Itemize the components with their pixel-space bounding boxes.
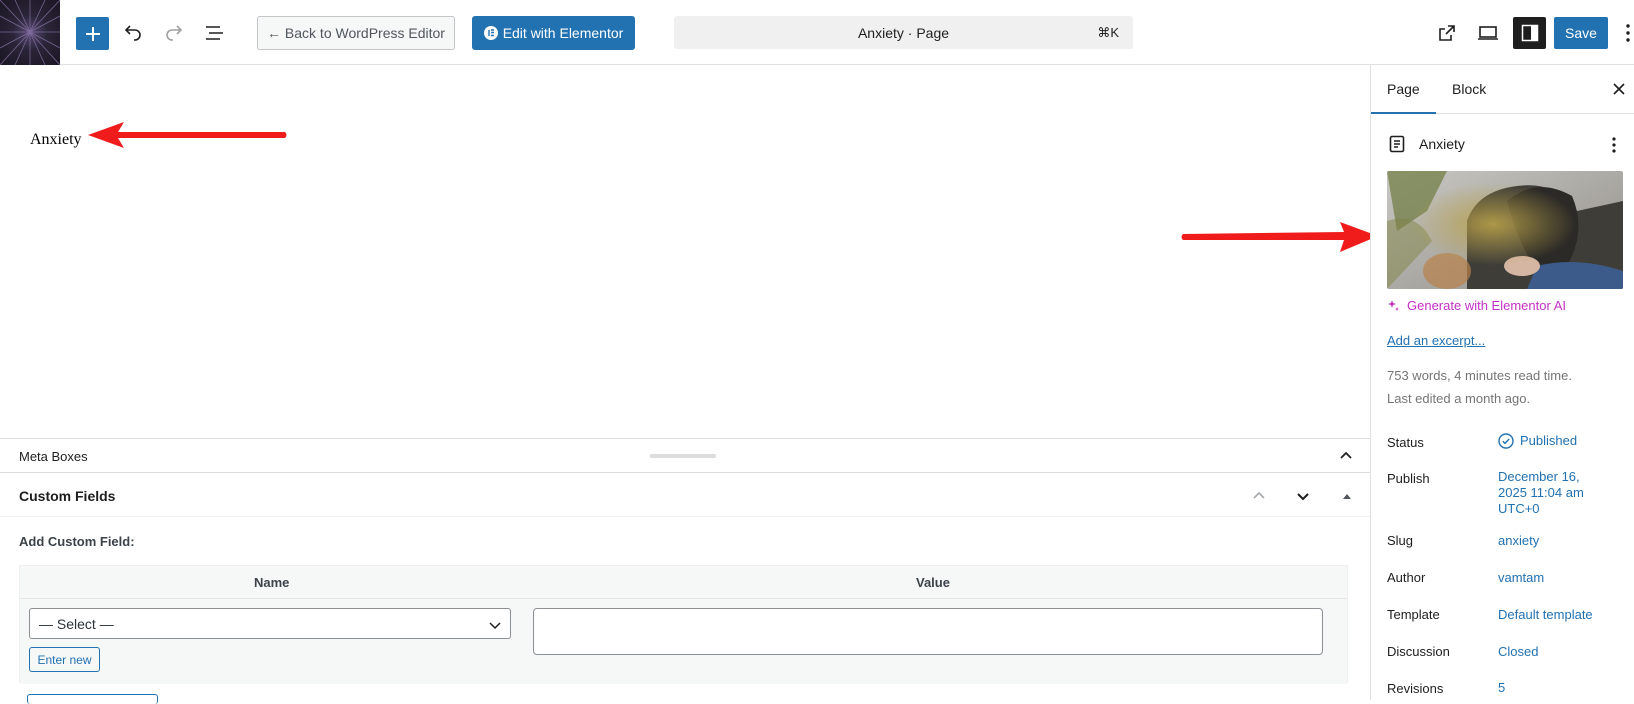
featured-image[interactable] bbox=[1387, 171, 1623, 289]
author-label: Author bbox=[1387, 570, 1426, 585]
elementor-label: Edit with Elementor bbox=[502, 25, 624, 41]
command-palette-bar[interactable]: Anxiety · Page ⌘K bbox=[674, 16, 1133, 49]
undo-button[interactable] bbox=[117, 17, 149, 49]
chevron-down-icon bbox=[489, 622, 501, 630]
page-content-title[interactable]: Anxiety bbox=[30, 131, 82, 149]
undo-icon bbox=[124, 25, 141, 41]
resize-handle[interactable] bbox=[650, 454, 716, 458]
settings-sidebar-toggle[interactable] bbox=[1513, 17, 1546, 49]
redo-icon bbox=[166, 25, 183, 41]
close-icon[interactable] bbox=[1611, 81, 1627, 97]
settings-sidebar: Page Block Anxiety Generate with Element… bbox=[1370, 65, 1634, 700]
preview-button[interactable] bbox=[1472, 17, 1504, 49]
enter-new-label: Enter new bbox=[37, 652, 92, 667]
redo-button[interactable] bbox=[158, 17, 190, 49]
options-button[interactable] bbox=[1624, 20, 1634, 46]
generate-with-elementor-ai-link[interactable]: Generate with Elementor AI bbox=[1387, 298, 1566, 313]
chevron-down-icon[interactable] bbox=[1294, 487, 1312, 505]
last-edited-info: Last edited a month ago. bbox=[1387, 391, 1531, 406]
document-title: Anxiety bbox=[1419, 136, 1465, 152]
enter-new-button[interactable]: Enter new bbox=[29, 647, 100, 672]
word-count-info: 753 words, 4 minutes read time. bbox=[1387, 368, 1572, 383]
slug-value[interactable]: anxiety bbox=[1498, 533, 1539, 549]
sparkle-icon bbox=[1388, 299, 1399, 311]
editor-canvas[interactable]: Anxiety bbox=[0, 65, 1378, 438]
site-logo-icon[interactable] bbox=[0, 0, 60, 65]
meta-boxes-panel: Meta Boxes Custom Fields Add Custom Fiel… bbox=[0, 438, 1370, 700]
published-check-icon bbox=[1498, 433, 1514, 449]
annotation-arrow-right bbox=[1181, 222, 1378, 252]
add-block-button[interactable] bbox=[76, 17, 109, 50]
caret-up-icon[interactable] bbox=[1342, 492, 1352, 500]
meta-boxes-label: Meta Boxes bbox=[19, 449, 88, 464]
custom-field-value-textarea[interactable] bbox=[533, 608, 1323, 655]
back-to-wordpress-editor-button[interactable]: ← Back to WordPress Editor bbox=[257, 16, 455, 50]
revisions-label: Revisions bbox=[1387, 681, 1444, 696]
command-title: Anxiety · Page bbox=[857, 25, 950, 41]
revisions-value[interactable]: 5 bbox=[1498, 680, 1505, 696]
save-label: Save bbox=[1565, 25, 1597, 41]
column-header-name: Name bbox=[254, 575, 290, 590]
save-button[interactable]: Save bbox=[1554, 17, 1608, 49]
elementor-icon bbox=[483, 26, 498, 40]
custom-fields-table: Name Value — Select — Enter new bbox=[19, 565, 1348, 684]
generate-ai-label: Generate with Elementor AI bbox=[1407, 298, 1566, 313]
document-overview-button[interactable] bbox=[199, 17, 231, 49]
plus-icon bbox=[85, 26, 100, 41]
annotation-arrow-left bbox=[88, 122, 287, 148]
publish-label: Publish bbox=[1387, 471, 1430, 486]
custom-fields-header[interactable]: Custom Fields bbox=[0, 473, 1370, 517]
command-shortcut: ⌘K bbox=[1097, 25, 1119, 40]
publish-date-value[interactable]: December 16, 2025 11:04 am UTC+0 bbox=[1498, 469, 1608, 517]
custom-field-name-select[interactable]: — Select — bbox=[29, 608, 511, 639]
discussion-value[interactable]: Closed bbox=[1498, 644, 1538, 660]
back-label: ← Back to WordPress Editor bbox=[267, 25, 445, 41]
chevron-up-icon[interactable] bbox=[1337, 447, 1355, 465]
view-page-button[interactable] bbox=[1431, 17, 1463, 49]
table-row: — Select — Enter new bbox=[20, 598, 1347, 684]
add-excerpt-link[interactable]: Add an excerpt... bbox=[1387, 333, 1485, 348]
column-header-value: Value bbox=[916, 575, 950, 590]
custom-fields-title: Custom Fields bbox=[19, 488, 116, 504]
sidebar-toggle-icon bbox=[1521, 24, 1538, 42]
more-vertical-icon[interactable] bbox=[1609, 134, 1619, 156]
meta-boxes-header[interactable]: Meta Boxes bbox=[0, 439, 1370, 473]
template-value[interactable]: Default template bbox=[1498, 607, 1593, 623]
slug-label: Slug bbox=[1387, 533, 1414, 548]
editor-top-bar: ← Back to WordPress Editor Edit with Ele… bbox=[0, 0, 1634, 65]
tab-block[interactable]: Block bbox=[1452, 81, 1486, 97]
edit-with-elementor-button[interactable]: Edit with Elementor bbox=[472, 16, 635, 50]
sidebar-tabs: Page Block bbox=[1371, 65, 1634, 114]
status-value: Published bbox=[1520, 433, 1578, 448]
discussion-label: Discussion bbox=[1387, 644, 1450, 659]
page-icon bbox=[1389, 135, 1405, 153]
select-value: — Select — bbox=[39, 616, 114, 632]
status-value-button[interactable]: Published bbox=[1498, 433, 1577, 449]
external-link-icon bbox=[1439, 25, 1455, 41]
add-custom-field-label: Add Custom Field: bbox=[19, 534, 135, 549]
chevron-up-icon[interactable] bbox=[1250, 487, 1268, 505]
template-label: Template bbox=[1387, 607, 1440, 622]
status-label: Status bbox=[1387, 435, 1424, 450]
more-vertical-icon bbox=[1626, 24, 1630, 42]
document-overview-icon bbox=[206, 26, 223, 40]
desktop-preview-icon bbox=[1478, 26, 1498, 40]
document-title-row: Anxiety bbox=[1387, 134, 1627, 156]
add-custom-field-button[interactable] bbox=[27, 694, 158, 704]
tab-page[interactable]: Page bbox=[1371, 81, 1436, 114]
author-value[interactable]: vamtam bbox=[1498, 570, 1544, 586]
